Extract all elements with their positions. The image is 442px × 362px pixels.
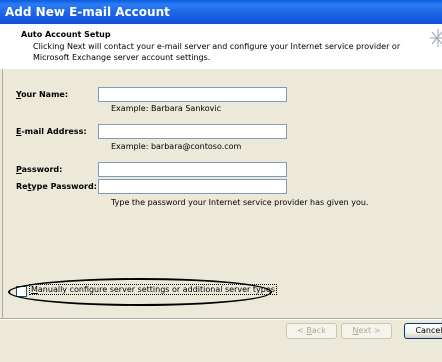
your-name-example: Example: Barbara Sankovic: [111, 104, 221, 113]
header-description: Clicking Next will contact your e-mail s…: [33, 42, 401, 62]
email-address-label: E-mail Address:: [16, 127, 87, 136]
highlight-ellipse: [8, 278, 272, 306]
email-address-input[interactable]: [98, 124, 287, 139]
password-input[interactable]: [98, 162, 287, 177]
window-title: Add New E-mail Account: [5, 5, 170, 19]
title-bar: Add New E-mail Account: [0, 0, 442, 24]
content-border: [2, 69, 3, 319]
password-label: Password:: [16, 165, 63, 174]
your-name-input[interactable]: [98, 87, 287, 102]
retype-password-input[interactable]: [98, 179, 287, 194]
footer-separator-highlight: [0, 319, 442, 320]
header-separator: [0, 68, 442, 69]
cancel-button[interactable]: Cancel: [404, 323, 442, 339]
wizard-header: Auto Account Setup Clicking Next will co…: [0, 24, 442, 69]
back-button[interactable]: < Back: [286, 323, 337, 339]
sparkle-icon: [430, 29, 442, 47]
retype-password-label: Retype Password:: [16, 182, 97, 191]
your-name-label: Your Name:: [16, 90, 69, 99]
email-address-example: Example: barbara@contoso.com: [111, 142, 242, 151]
password-hint: Type the password your Internet service …: [111, 198, 369, 207]
header-title: Auto Account Setup: [21, 30, 111, 39]
next-button[interactable]: Next >: [341, 323, 392, 339]
